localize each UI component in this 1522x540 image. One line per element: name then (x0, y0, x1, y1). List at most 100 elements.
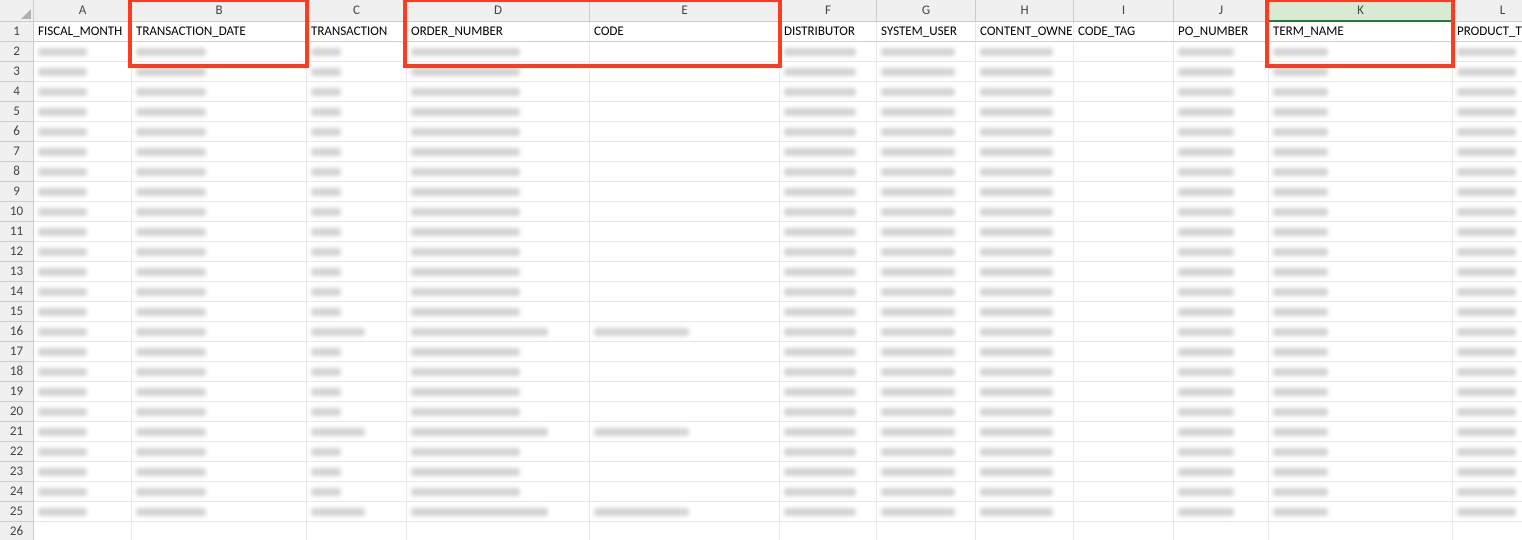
row-header-25[interactable]: 25 (0, 502, 34, 522)
column-header-c[interactable]: C (307, 0, 407, 22)
cell-L15[interactable] (1453, 302, 1522, 322)
cell-C7[interactable] (307, 142, 407, 162)
cell-F16[interactable] (780, 322, 877, 342)
cell-D1[interactable]: ORDER_NUMBER (407, 22, 590, 42)
cell-H11[interactable] (976, 222, 1074, 242)
cell-K17[interactable] (1269, 342, 1453, 362)
cell-D5[interactable] (407, 102, 590, 122)
cell-F5[interactable] (780, 102, 877, 122)
cell-F14[interactable] (780, 282, 877, 302)
cell-A26[interactable] (34, 522, 132, 540)
cell-C20[interactable] (307, 402, 407, 422)
cell-D23[interactable] (407, 462, 590, 482)
cell-G2[interactable] (877, 42, 976, 62)
cell-C12[interactable] (307, 242, 407, 262)
row-header-23[interactable]: 23 (0, 462, 34, 482)
cell-C1[interactable]: TRANSACTION (307, 22, 407, 42)
cell-B15[interactable] (132, 302, 307, 322)
cell-I25[interactable] (1074, 502, 1174, 522)
cell-B12[interactable] (132, 242, 307, 262)
cell-J22[interactable] (1174, 442, 1269, 462)
cell-G17[interactable] (877, 342, 976, 362)
cell-H8[interactable] (976, 162, 1074, 182)
cell-H7[interactable] (976, 142, 1074, 162)
cell-B4[interactable] (132, 82, 307, 102)
cell-D4[interactable] (407, 82, 590, 102)
cell-B8[interactable] (132, 162, 307, 182)
cell-A7[interactable] (34, 142, 132, 162)
cell-K23[interactable] (1269, 462, 1453, 482)
cell-B26[interactable] (132, 522, 307, 540)
cell-A14[interactable] (34, 282, 132, 302)
row-header-2[interactable]: 2 (0, 42, 34, 62)
cell-J9[interactable] (1174, 182, 1269, 202)
cell-F19[interactable] (780, 382, 877, 402)
cell-F6[interactable] (780, 122, 877, 142)
cell-D25[interactable] (407, 502, 590, 522)
cell-L6[interactable] (1453, 122, 1522, 142)
cell-D26[interactable] (407, 522, 590, 540)
cell-F20[interactable] (780, 402, 877, 422)
cell-E3[interactable] (590, 62, 780, 82)
cell-D15[interactable] (407, 302, 590, 322)
cell-L1[interactable]: PRODUCT_TYPE (1453, 22, 1522, 42)
cell-J19[interactable] (1174, 382, 1269, 402)
row-header-24[interactable]: 24 (0, 482, 34, 502)
cell-J11[interactable] (1174, 222, 1269, 242)
cell-I24[interactable] (1074, 482, 1174, 502)
cell-H2[interactable] (976, 42, 1074, 62)
cell-L26[interactable] (1453, 522, 1522, 540)
cell-F10[interactable] (780, 202, 877, 222)
cell-J5[interactable] (1174, 102, 1269, 122)
row-header-15[interactable]: 15 (0, 302, 34, 322)
cell-C19[interactable] (307, 382, 407, 402)
cell-D12[interactable] (407, 242, 590, 262)
cell-D11[interactable] (407, 222, 590, 242)
cell-J16[interactable] (1174, 322, 1269, 342)
cell-A2[interactable] (34, 42, 132, 62)
cell-G1[interactable]: SYSTEM_USER (877, 22, 976, 42)
cell-F1[interactable]: DISTRIBUTOR (780, 22, 877, 42)
cell-G20[interactable] (877, 402, 976, 422)
cell-A24[interactable] (34, 482, 132, 502)
cell-D19[interactable] (407, 382, 590, 402)
cell-E19[interactable] (590, 382, 780, 402)
cell-G26[interactable] (877, 522, 976, 540)
cell-J24[interactable] (1174, 482, 1269, 502)
cell-L17[interactable] (1453, 342, 1522, 362)
cell-L23[interactable] (1453, 462, 1522, 482)
cell-L8[interactable] (1453, 162, 1522, 182)
cell-D7[interactable] (407, 142, 590, 162)
cell-F9[interactable] (780, 182, 877, 202)
cell-L25[interactable] (1453, 502, 1522, 522)
cell-A10[interactable] (34, 202, 132, 222)
cell-C17[interactable] (307, 342, 407, 362)
column-header-k[interactable]: K (1269, 0, 1453, 22)
cell-H18[interactable] (976, 362, 1074, 382)
cell-J2[interactable] (1174, 42, 1269, 62)
cell-K7[interactable] (1269, 142, 1453, 162)
column-header-f[interactable]: F (780, 0, 877, 22)
cell-J23[interactable] (1174, 462, 1269, 482)
cell-K25[interactable] (1269, 502, 1453, 522)
cell-D14[interactable] (407, 282, 590, 302)
cell-J6[interactable] (1174, 122, 1269, 142)
cell-G16[interactable] (877, 322, 976, 342)
cell-F13[interactable] (780, 262, 877, 282)
cell-D20[interactable] (407, 402, 590, 422)
cell-G25[interactable] (877, 502, 976, 522)
cell-D16[interactable] (407, 322, 590, 342)
cell-G23[interactable] (877, 462, 976, 482)
cell-I15[interactable] (1074, 302, 1174, 322)
cell-A12[interactable] (34, 242, 132, 262)
cell-G3[interactable] (877, 62, 976, 82)
cell-K22[interactable] (1269, 442, 1453, 462)
column-header-a[interactable]: A (34, 0, 132, 22)
cell-C8[interactable] (307, 162, 407, 182)
cell-A16[interactable] (34, 322, 132, 342)
cell-A25[interactable] (34, 502, 132, 522)
cell-F12[interactable] (780, 242, 877, 262)
cell-L19[interactable] (1453, 382, 1522, 402)
row-header-26[interactable]: 26 (0, 522, 34, 540)
cell-C26[interactable] (307, 522, 407, 540)
